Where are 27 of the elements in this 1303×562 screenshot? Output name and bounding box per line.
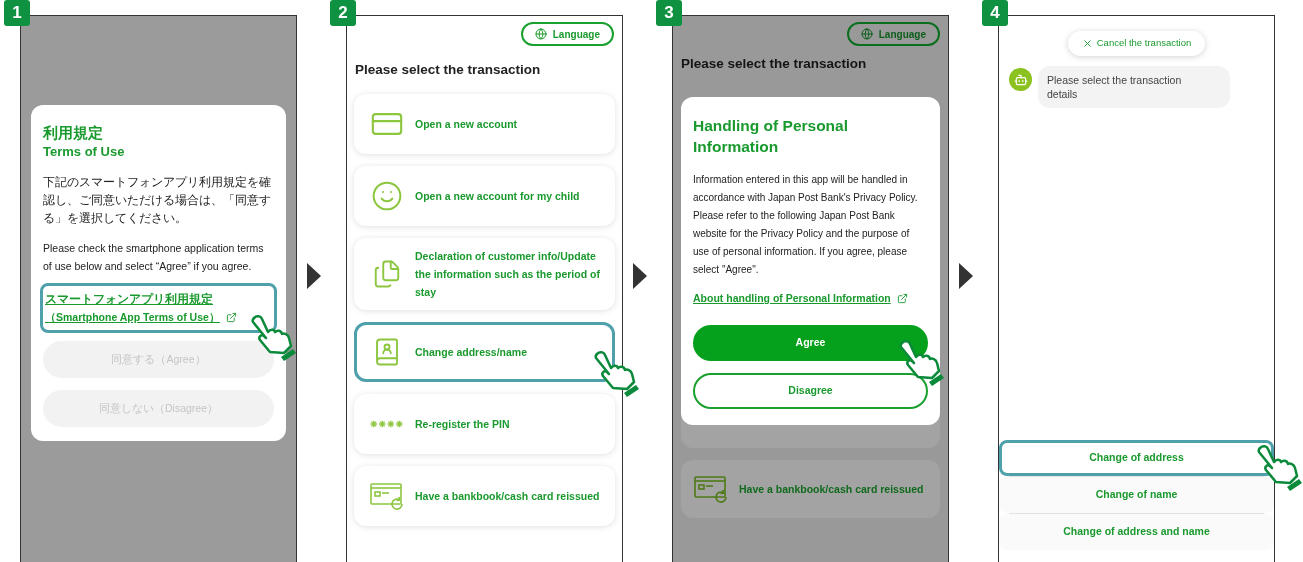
dialog-subtitle: Terms of Use xyxy=(43,143,126,161)
terms-link[interactable]: スマートフォンアプリ利用規定 xyxy=(45,290,213,308)
language-button[interactable]: Language xyxy=(520,22,614,46)
terms-link[interactable]: （Smartphone App Terms of Use） xyxy=(45,308,220,326)
transaction-card[interactable]: Change address/name xyxy=(354,322,615,383)
option-item[interactable]: Change of address xyxy=(999,440,1274,476)
option-item[interactable]: Change of address and name xyxy=(999,514,1274,550)
step-number-badge: 3 xyxy=(656,0,682,26)
dialog-text: Please refer to the following Japan Post Bank website for the Privacy Policy and the purpose of use of personal information. If you agree, please select "Agree". xyxy=(693,209,911,277)
chat-message: Please select the transaction details xyxy=(1038,66,1230,108)
transaction-card: Have a bankbook/cash card reissued xyxy=(681,460,940,519)
disagree-button[interactable]: Disagree xyxy=(693,372,928,409)
dialog-text: 下記のスマートフォンアプリ利用規定を確認し、ご同意いただける場合は、「同意する」を選択してください。 xyxy=(43,175,272,226)
dialog-title: 利用規定 xyxy=(43,123,104,143)
privacy-link[interactable]: About handling of Personal Information xyxy=(693,291,891,307)
screen-title: Please select the transaction xyxy=(354,61,542,79)
language-button[interactable]: Language xyxy=(846,22,940,46)
step-number-badge: 1 xyxy=(4,0,30,26)
option-item[interactable]: Change of name xyxy=(999,477,1274,513)
step-number-badge: 4 xyxy=(982,0,1008,26)
agree-button[interactable]: Agree xyxy=(693,324,928,361)
dialog-text: Information entered in this app will be handled in accordance with Japan Post Bank's Privacy Policy. xyxy=(693,173,919,205)
screen-title: Please select the transaction xyxy=(680,55,868,73)
cancel-button[interactable]: Cancel the transaction xyxy=(1067,31,1206,56)
step-number-badge: 2 xyxy=(330,0,356,26)
dialog-title: Handling of Personal Information xyxy=(693,116,849,157)
dialog-text: Please check the smartphone application terms of use below and select “Agree” if you agree. xyxy=(43,241,265,274)
